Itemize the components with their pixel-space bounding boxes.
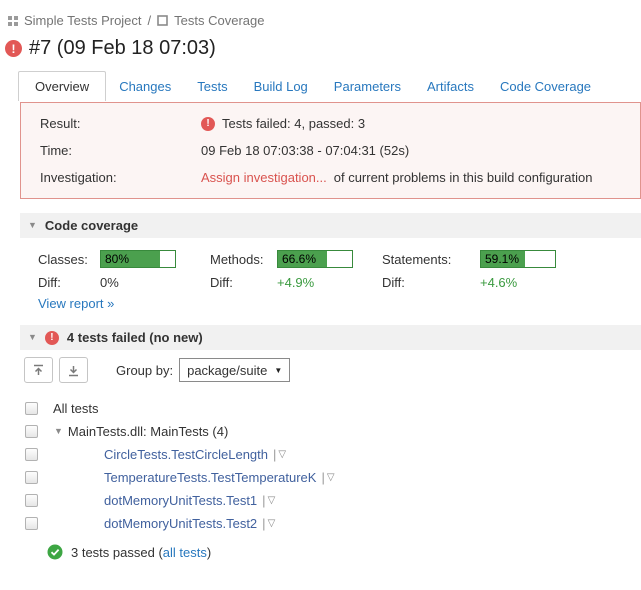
classes-coverage-value: 80% xyxy=(105,252,130,266)
all-tests-checkbox[interactable] xyxy=(25,401,38,415)
failed-test-link[interactable]: dotMemoryUnitTests.Test1 xyxy=(104,493,257,508)
statements-diff-label: Diff: xyxy=(382,275,405,290)
tab-artifacts[interactable]: Artifacts xyxy=(414,72,487,101)
test-checkbox[interactable] xyxy=(25,493,38,507)
classes-diff-value: 0% xyxy=(100,275,119,290)
test-menu-separator: | xyxy=(321,469,325,485)
coverage-classes-column: Classes: 80% Diff: 0% xyxy=(38,250,210,290)
all-tests-label: All tests xyxy=(53,400,99,416)
tests-passed-icon xyxy=(47,544,63,560)
tests-failed-header-title: 4 tests failed (no new) xyxy=(66,330,203,345)
classes-label: Classes: xyxy=(38,251,88,267)
tests-toolbar: Group by: package/suite ▼ xyxy=(24,357,641,383)
methods-coverage-bar: 66.6% xyxy=(277,250,353,268)
build-failed-icon: ! xyxy=(5,40,22,57)
investigation-rest-text: of current problems in this build config… xyxy=(333,170,593,185)
test-menu-separator: | xyxy=(262,515,266,531)
group-by-select[interactable]: package/suite ▼ xyxy=(179,358,291,382)
result-label: Result: xyxy=(40,116,81,131)
statements-coverage-value: 59.1% xyxy=(485,252,520,266)
test-menu-separator: | xyxy=(273,446,277,462)
tests-failed-section-header[interactable]: ▼ ! 4 tests failed (no new) xyxy=(20,325,641,350)
failed-test-row: dotMemoryUnitTests.Test1 | ▽ xyxy=(0,489,641,511)
test-menu-separator: | xyxy=(262,492,266,508)
failed-test-link[interactable]: TemperatureTests.TestTemperatureK xyxy=(104,470,316,485)
methods-diff-value: +4.9% xyxy=(277,275,315,290)
tests-passed-text: 3 tests passed (all tests) xyxy=(71,544,212,560)
tree-row-suite: ▼ MainTests.dll: MainTests (4) xyxy=(0,420,641,442)
tests-failed-section-icon: ! xyxy=(44,330,59,345)
statements-label: Statements: xyxy=(382,251,452,267)
test-actions-dropdown-icon[interactable]: ▽ xyxy=(268,518,276,529)
group-by-selected-value: package/suite xyxy=(187,362,268,378)
coverage-statements-column: Statements: 59.1% Diff: +4.6% xyxy=(382,250,580,290)
failed-test-row: dotMemoryUnitTests.Test2 | ▽ xyxy=(0,512,641,534)
breadcrumb: Simple Tests Project / Tests Coverage xyxy=(8,13,641,28)
result-row: Result: ! Tests failed: 4, passed: 3 xyxy=(40,110,640,137)
collapse-triangle-icon[interactable]: ▼ xyxy=(28,221,37,230)
suite-checkbox[interactable] xyxy=(25,424,38,438)
collapse-triangle-icon[interactable]: ▼ xyxy=(28,333,37,342)
collapse-all-icon xyxy=(34,364,43,375)
code-coverage-section-header[interactable]: ▼ Code coverage xyxy=(20,213,641,238)
tests-passed-row: 3 tests passed (all tests) xyxy=(47,544,641,560)
tests-failed-icon: ! xyxy=(201,116,215,131)
breadcrumb-config-link[interactable]: Tests Coverage xyxy=(174,13,264,28)
tab-overview[interactable]: Overview xyxy=(18,71,107,101)
failed-test-row: TemperatureTests.TestTemperatureK | ▽ xyxy=(0,466,641,488)
expand-all-button[interactable] xyxy=(59,357,88,383)
failed-test-link[interactable]: dotMemoryUnitTests.Test2 xyxy=(104,516,257,531)
project-grid-icon xyxy=(8,15,18,26)
result-value: ! Tests failed: 4, passed: 3 xyxy=(201,116,365,131)
build-title-row: ! #7 (09 Feb 18 07:03) xyxy=(5,37,641,60)
tree-row-all-tests: All tests xyxy=(0,397,641,419)
methods-diff-label: Diff: xyxy=(210,275,233,290)
code-coverage-header-title: Code coverage xyxy=(44,218,139,233)
select-arrow-icon: ▼ xyxy=(274,365,283,375)
time-value: 09 Feb 18 07:03:38 - 07:04:31 (52s) xyxy=(201,143,410,158)
statements-diff-value: +4.6% xyxy=(480,275,518,290)
tab-build-log[interactable]: Build Log xyxy=(241,72,321,101)
classes-coverage-bar: 80% xyxy=(100,250,176,268)
breadcrumb-project-link[interactable]: Simple Tests Project xyxy=(24,13,142,28)
assign-investigation-link[interactable]: Assign investigation... xyxy=(201,170,327,185)
time-row: Time: 09 Feb 18 07:03:38 - 07:04:31 (52s… xyxy=(40,137,640,164)
methods-label: Methods: xyxy=(210,251,264,267)
test-actions-dropdown-icon[interactable]: ▽ xyxy=(327,472,335,483)
all-tests-link[interactable]: all tests xyxy=(163,545,207,560)
methods-coverage-value: 66.6% xyxy=(282,252,317,266)
failed-test-row: CircleTests.TestCircleLength | ▽ xyxy=(0,443,641,465)
suite-label: MainTests.dll: MainTests (4) xyxy=(67,423,229,439)
tab-code-coverage[interactable]: Code Coverage xyxy=(487,72,604,101)
build-config-icon xyxy=(157,15,168,26)
build-title: #7 (09 Feb 18 07:03) xyxy=(29,37,216,59)
tab-changes[interactable]: Changes xyxy=(106,72,184,101)
investigation-row: Investigation: Assign investigation... o… xyxy=(40,164,640,191)
collapse-all-button[interactable] xyxy=(24,357,53,383)
test-checkbox[interactable] xyxy=(25,447,38,461)
investigation-label: Investigation: xyxy=(40,170,117,185)
test-actions-dropdown-icon[interactable]: ▽ xyxy=(268,495,276,506)
test-checkbox[interactable] xyxy=(25,516,38,530)
test-checkbox[interactable] xyxy=(25,470,38,484)
tab-parameters[interactable]: Parameters xyxy=(321,72,414,101)
statements-coverage-bar: 59.1% xyxy=(480,250,556,268)
view-report-link[interactable]: View report » xyxy=(38,296,114,311)
tab-tests[interactable]: Tests xyxy=(184,72,240,101)
tests-failed-text: Tests failed: 4, passed: 3 xyxy=(222,116,366,131)
test-actions-dropdown-icon[interactable]: ▽ xyxy=(278,449,286,460)
group-by-label: Group by: xyxy=(116,362,174,378)
expand-all-icon xyxy=(69,365,78,376)
failed-test-link[interactable]: CircleTests.TestCircleLength xyxy=(104,447,268,462)
build-tabs: Overview Changes Tests Build Log Paramet… xyxy=(18,71,641,101)
coverage-methods-column: Methods: 66.6% Diff: +4.9% xyxy=(210,250,382,290)
coverage-metrics: Classes: 80% Diff: 0% Methods: 66.6% Dif… xyxy=(38,250,641,290)
classes-diff-label: Diff: xyxy=(38,275,61,290)
time-label: Time: xyxy=(40,143,73,158)
suite-collapse-triangle-icon[interactable]: ▼ xyxy=(54,426,63,436)
failed-tests-tree: All tests ▼ MainTests.dll: MainTests (4)… xyxy=(0,397,641,534)
breadcrumb-separator: / xyxy=(147,13,152,28)
build-result-box: Result: ! Tests failed: 4, passed: 3 Tim… xyxy=(20,102,641,199)
